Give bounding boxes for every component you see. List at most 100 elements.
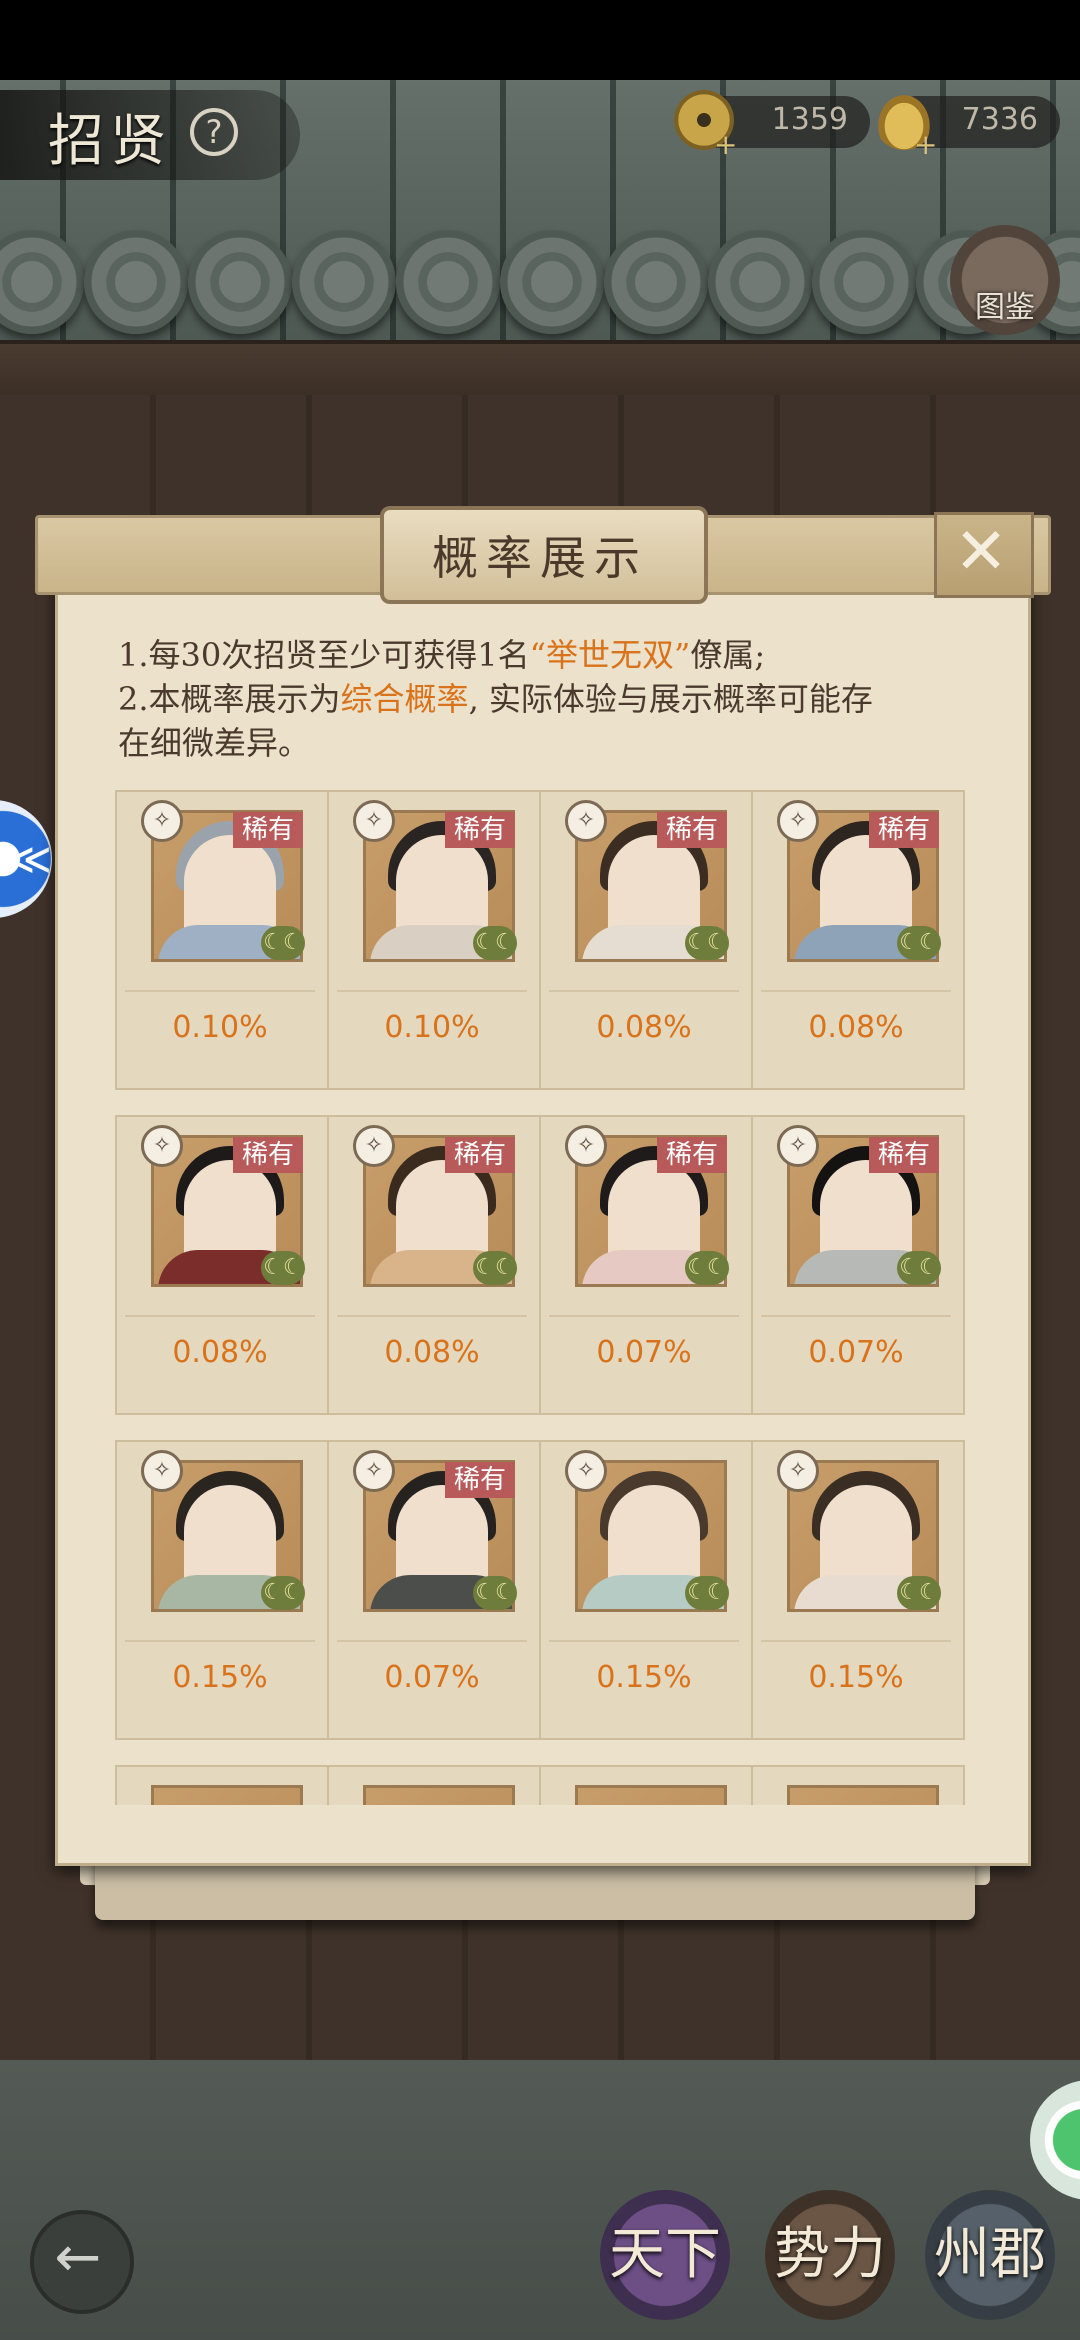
- card-divider: [337, 1640, 527, 1642]
- coin-value: 1359: [771, 102, 848, 137]
- character-card[interactable]: ✧ 稀有 ☾☾ 0.08%: [115, 1115, 325, 1415]
- back-arrow-icon[interactable]: ←: [30, 2210, 126, 2306]
- double-moon-icon: ☾☾: [261, 926, 305, 960]
- character-card[interactable]: ✧ 稀有 ☾☾ 0.07%: [751, 1115, 961, 1415]
- probability-value: 0.07%: [596, 1335, 692, 1370]
- rule-1-tail: 僚属;: [690, 636, 766, 674]
- character-card[interactable]: ✧ ☾☾ 0.15%: [115, 1440, 325, 1740]
- probability-value: 0.07%: [808, 1335, 904, 1370]
- status-bar: [0, 0, 1080, 80]
- character-card[interactable]: ✧ 稀有 ☾☾ 0.10%: [327, 790, 537, 1090]
- help-icon[interactable]: ?: [190, 108, 238, 156]
- roof-tile-end: [0, 230, 84, 334]
- roof-tile-end: [604, 230, 708, 334]
- page-title: 招贤: [48, 109, 172, 174]
- rare-badge: 稀有: [233, 812, 303, 848]
- probability-value: 0.15%: [808, 1660, 904, 1695]
- rare-badge: 稀有: [445, 1137, 515, 1173]
- rare-badge: 稀有: [869, 812, 939, 848]
- character-portrait-partial[interactable]: [363, 1785, 515, 1805]
- roof-tile-end: [500, 230, 604, 334]
- card-divider: [761, 990, 951, 992]
- nav-tianxia-label[interactable]: 天下: [600, 2190, 730, 2320]
- character-card[interactable]: ✧ 稀有 ☾☾ 0.08%: [751, 790, 961, 1090]
- rare-badge: 稀有: [445, 812, 515, 848]
- character-type-icon: ✧: [565, 800, 607, 842]
- character-type-icon: ✧: [565, 1450, 607, 1492]
- character-portrait-partial[interactable]: [787, 1785, 939, 1805]
- probability-value: 0.15%: [172, 1660, 268, 1695]
- card-divider: [549, 1640, 739, 1642]
- character-grid[interactable]: ✧ 稀有 ☾☾ 0.10% ✧ 稀有 ☾☾ 0.10% ✧ 稀有 ☾☾ 0.08% ✧ 稀有 ☾☾ 0.08%…: [115, 790, 965, 1805]
- probability-value: 0.08%: [172, 1335, 268, 1370]
- double-moon-icon: ☾☾: [685, 1251, 729, 1285]
- character-portrait-partial[interactable]: [575, 1785, 727, 1805]
- double-moon-icon: ☾☾: [897, 1576, 941, 1610]
- double-moon-icon: ☾☾: [473, 1251, 517, 1285]
- roof-tile-end: [812, 230, 916, 334]
- grid-separator: [327, 1765, 329, 1805]
- rare-badge: 稀有: [657, 812, 727, 848]
- rare-badge: 稀有: [869, 1137, 939, 1173]
- character-card[interactable]: ✧ ☾☾ 0.15%: [539, 1440, 749, 1740]
- nav-zhoujun-label[interactable]: 州郡: [925, 2190, 1055, 2320]
- card-divider: [549, 1315, 739, 1317]
- character-type-icon: ✧: [141, 1125, 183, 1167]
- character-type-icon: ✧: [141, 800, 183, 842]
- probability-value: 0.10%: [172, 1010, 268, 1045]
- add-coin-icon[interactable]: +: [714, 128, 737, 161]
- character-card[interactable]: ✧ 稀有 ☾☾ 0.08%: [327, 1115, 537, 1415]
- probability-value: 0.08%: [384, 1335, 480, 1370]
- card-divider: [337, 990, 527, 992]
- card-divider: [761, 1640, 951, 1642]
- rule-line-1: 1.每30次招贤至少可获得1名“举世无双”僚属;: [118, 632, 765, 678]
- double-moon-icon: ☾☾: [897, 926, 941, 960]
- character-type-icon: ✧: [565, 1125, 607, 1167]
- rule-2-highlight: 综合概率: [340, 680, 469, 718]
- codex-label[interactable]: 图鉴: [950, 282, 1060, 326]
- probability-value: 0.15%: [596, 1660, 692, 1695]
- rule-2-text: 2.本概率展示为: [118, 680, 341, 718]
- card-divider: [125, 1640, 315, 1642]
- character-type-icon: ✧: [353, 1450, 395, 1492]
- grid-separator: [539, 1765, 541, 1805]
- character-type-icon: ✧: [777, 1450, 819, 1492]
- character-type-icon: ✧: [777, 800, 819, 842]
- roof-tile-end: [84, 230, 188, 334]
- character-type-icon: ✧: [141, 1450, 183, 1492]
- double-moon-icon: ☾☾: [897, 1251, 941, 1285]
- ingot-counter[interactable]: + 7336: [874, 90, 1060, 161]
- double-moon-icon: ☾☾: [473, 1576, 517, 1610]
- character-card[interactable]: ✧ 稀有 ☾☾ 0.10%: [115, 790, 325, 1090]
- character-card[interactable]: ✧ 稀有 ☾☾ 0.07%: [539, 1115, 749, 1415]
- rare-badge: 稀有: [233, 1137, 303, 1173]
- coin-counter[interactable]: + 1359: [674, 90, 870, 161]
- character-type-icon: ✧: [353, 800, 395, 842]
- character-card[interactable]: ✧ 稀有 ☾☾ 0.07%: [327, 1440, 537, 1740]
- rule-2-tail: , 实际体验与展示概率可能存: [468, 680, 873, 718]
- roof-eaves: [0, 230, 1080, 350]
- rare-badge: 稀有: [445, 1462, 515, 1498]
- character-card[interactable]: ✧ ☾☾ 0.15%: [751, 1440, 961, 1740]
- add-ingot-icon[interactable]: +: [914, 128, 937, 161]
- probability-value: 0.08%: [596, 1010, 692, 1045]
- double-moon-icon: ☾☾: [261, 1251, 305, 1285]
- roof-tile-end: [396, 230, 500, 334]
- floor-background: [0, 2060, 1080, 2340]
- card-divider: [549, 990, 739, 992]
- character-type-icon: ✧: [777, 1125, 819, 1167]
- card-divider: [761, 1315, 951, 1317]
- roof-tile-end: [292, 230, 396, 334]
- nav-shili-label[interactable]: 势力: [765, 2190, 895, 2320]
- rule-1-text: 1.每30次招贤至少可获得1名: [118, 636, 530, 674]
- grid-separator: [751, 1765, 753, 1805]
- double-moon-icon: ☾☾: [685, 926, 729, 960]
- close-icon[interactable]: ✕: [934, 512, 1028, 592]
- roof-tile-end: [188, 230, 292, 334]
- rule-3-text: 在细微差异。: [118, 724, 311, 762]
- probability-value: 0.10%: [384, 1010, 480, 1045]
- character-card[interactable]: ✧ 稀有 ☾☾ 0.08%: [539, 790, 749, 1090]
- card-divider: [337, 1315, 527, 1317]
- character-portrait-partial[interactable]: [151, 1785, 303, 1805]
- assistant-icon: ≪: [6, 834, 53, 885]
